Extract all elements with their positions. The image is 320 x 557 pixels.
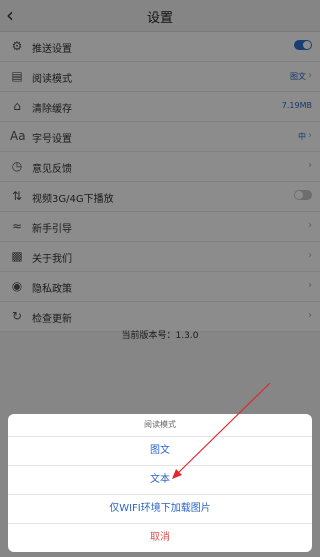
sheet-title: 阅读模式 [8, 414, 312, 437]
cancel-button[interactable]: 取消 [8, 524, 312, 552]
option-text-only[interactable]: 文本 [8, 466, 312, 495]
option-image-text[interactable]: 图文 [8, 437, 312, 466]
option-wifi-images[interactable]: 仅WIFI环境下加载图片 [8, 495, 312, 524]
reading-mode-sheet: 阅读模式 图文 文本 仅WIFI环境下加载图片 取消 [8, 414, 312, 552]
